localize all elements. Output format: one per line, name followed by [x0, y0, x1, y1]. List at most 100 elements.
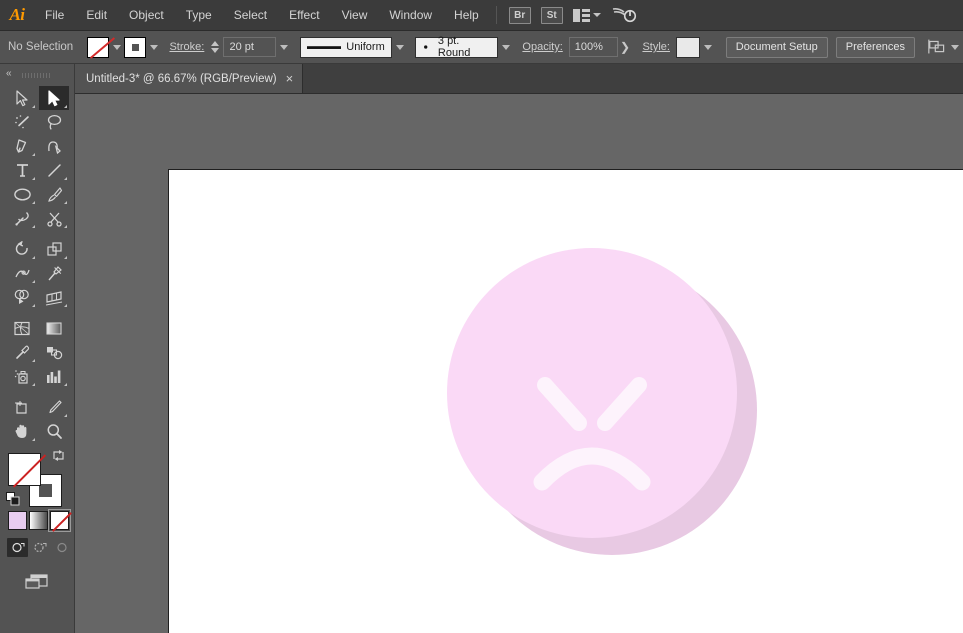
scale-tool[interactable] — [39, 237, 69, 261]
paintbrush-tool[interactable] — [39, 182, 69, 206]
free-transform-tool[interactable] — [39, 261, 69, 285]
align-dropdown[interactable] — [947, 37, 963, 58]
slice-tool[interactable] — [39, 395, 69, 419]
opacity-input[interactable]: 100% — [568, 37, 618, 57]
stroke-profile-dropdown[interactable] — [392, 37, 408, 58]
shape-builder-tool[interactable] — [7, 285, 37, 309]
style-label: Style: — [642, 41, 670, 53]
document-tab-bar: Untitled-3* @ 66.67% (RGB/Preview) × — [75, 64, 963, 94]
document-tab[interactable]: Untitled-3* @ 66.67% (RGB/Preview) × — [75, 64, 304, 93]
stock-button[interactable]: St — [540, 6, 563, 24]
menu-effect[interactable]: Effect — [278, 0, 330, 31]
stroke-weight-input[interactable]: 20 pt — [223, 37, 277, 57]
angry-face-emoji[interactable] — [444, 245, 764, 565]
ellipse-tool[interactable] — [7, 182, 37, 206]
menu-object[interactable]: Object — [118, 0, 175, 31]
direct-selection-tool[interactable] — [39, 86, 69, 110]
menu-edit[interactable]: Edit — [75, 0, 118, 31]
zoom-tool[interactable] — [39, 419, 69, 443]
preferences-button[interactable]: Preferences — [835, 36, 916, 58]
graphic-style-dropdown[interactable] — [700, 37, 716, 58]
symbol-sprayer-tool[interactable] — [7, 364, 37, 388]
stroke-swatch-dropdown[interactable] — [146, 37, 162, 58]
uniform-profile-icon — [306, 45, 342, 49]
scissors-tool[interactable] — [39, 206, 69, 230]
artboard[interactable] — [168, 169, 963, 633]
brush-definition-label: 3 pt. Round — [437, 35, 471, 59]
lasso-tool[interactable] — [39, 110, 69, 134]
width-tool[interactable] — [7, 261, 37, 285]
tool-group-divider — [7, 309, 69, 316]
menu-divider — [495, 6, 497, 24]
graphic-style-swatch[interactable] — [675, 36, 701, 58]
menu-file[interactable]: File — [34, 0, 75, 31]
curvature-tool[interactable] — [39, 134, 69, 158]
color-swatch-button[interactable] — [8, 511, 27, 530]
perspective-grid-tool[interactable] — [39, 285, 69, 309]
menu-type[interactable]: Type — [175, 0, 223, 31]
opacity-label: Opacity: — [522, 41, 563, 53]
canvas-area[interactable] — [75, 94, 963, 633]
tool-flyout-indicator — [32, 280, 35, 283]
stroke-profile-select[interactable]: Uniform — [299, 36, 392, 58]
draw-behind-button[interactable] — [29, 538, 50, 557]
draw-behind-icon — [33, 542, 46, 553]
change-screen-mode-button[interactable] — [22, 571, 52, 591]
tool-flyout-indicator — [32, 153, 35, 156]
menu-bar: Ai File Edit Object Type Select Effect V… — [0, 0, 963, 31]
column-graph-tool[interactable] — [39, 364, 69, 388]
selection-tool[interactable] — [7, 86, 37, 110]
menu-window[interactable]: Window — [378, 0, 443, 31]
brush-definition-select[interactable]: 3 pt. Round — [415, 35, 498, 59]
magic-wand-tool[interactable] — [7, 110, 37, 134]
tool-flyout-indicator — [32, 304, 35, 307]
brush-definition-dropdown[interactable] — [498, 37, 514, 58]
stroke-weight-dropdown[interactable] — [276, 37, 292, 58]
close-icon[interactable]: × — [286, 72, 294, 85]
draw-normal-button[interactable] — [7, 538, 28, 557]
tool-flyout-indicator — [32, 359, 35, 362]
fill-color-swatch[interactable] — [87, 36, 109, 58]
mesh-tool[interactable] — [7, 316, 37, 340]
align-icon[interactable] — [927, 38, 947, 56]
gradient-swatch-button[interactable] — [29, 511, 48, 530]
draw-inside-button[interactable] — [51, 538, 72, 557]
round-brush-icon — [424, 45, 428, 49]
opacity-options-button[interactable]: ❯ — [618, 37, 633, 57]
gradient-tool[interactable] — [39, 316, 69, 340]
type-tool[interactable] — [7, 158, 37, 182]
menu-view[interactable]: View — [331, 0, 379, 31]
menu-help[interactable]: Help — [443, 0, 490, 31]
document-tab-label: Untitled-3* @ 66.67% (RGB/Preview) — [86, 72, 277, 85]
shaper-tool[interactable] — [7, 206, 37, 230]
blend-tool[interactable] — [39, 340, 69, 364]
tool-flyout-indicator — [64, 177, 67, 180]
swap-fill-stroke-icon[interactable] — [52, 449, 65, 462]
stroke-color-swatch[interactable] — [124, 36, 146, 58]
workspace-icon[interactable] — [611, 5, 637, 25]
fill-stroke-control — [6, 450, 64, 507]
eyedropper-tool[interactable] — [7, 340, 37, 364]
pen-tool[interactable] — [7, 134, 37, 158]
menu-select[interactable]: Select — [223, 0, 278, 31]
arrange-documents-button[interactable] — [572, 8, 601, 22]
tool-group-divider — [7, 230, 69, 237]
collapse-panel-icon[interactable]: « — [6, 68, 11, 79]
none-swatch-button[interactable] — [48, 509, 71, 532]
document-setup-button[interactable]: Document Setup — [725, 36, 828, 58]
tool-grid — [0, 86, 74, 443]
panel-drag-grip[interactable] — [22, 73, 52, 78]
tool-flyout-indicator — [64, 225, 67, 228]
line-segment-tool[interactable] — [39, 158, 69, 182]
rotate-tool[interactable] — [7, 237, 37, 261]
tool-flyout-indicator — [64, 414, 67, 417]
color-mode-buttons — [8, 509, 74, 532]
draw-inside-icon — [56, 542, 67, 553]
tool-flyout-indicator — [32, 105, 35, 108]
hand-tool[interactable] — [7, 419, 37, 443]
artboard-tool[interactable] — [7, 395, 37, 419]
stroke-weight-stepper[interactable] — [210, 37, 220, 57]
bridge-button[interactable]: Br — [508, 6, 531, 24]
fill-swatch[interactable] — [8, 453, 41, 486]
default-fill-stroke-icon[interactable] — [6, 492, 20, 506]
